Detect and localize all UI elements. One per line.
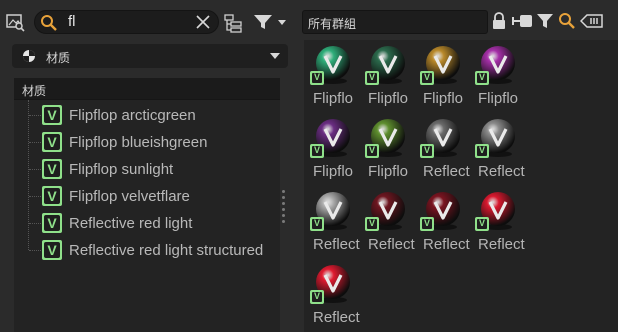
material-thumbnail[interactable]: V Flipflo (308, 115, 360, 187)
material-type-dropdown[interactable]: 材质 (12, 44, 288, 68)
search-icon (40, 14, 58, 32)
material-thumbnail[interactable]: V Flipflo (363, 115, 415, 187)
group-selector[interactable]: 所有群組 (302, 10, 488, 34)
material-thumbnail[interactable]: V Flipflo (418, 42, 470, 114)
material-browser-right-panel: 所有群組 V Flipflo V Flipflo V Flipflo V Fli… (300, 0, 618, 332)
group-selector-value: 所有群組 (308, 17, 357, 31)
hierarchy-view-icon[interactable] (222, 12, 244, 34)
v-material-icon: V (475, 217, 489, 231)
tag-icon[interactable] (580, 12, 604, 30)
tree-item-label: Flipflop blueishgreen (69, 134, 208, 151)
material-thumbnail[interactable]: V Reflect (473, 188, 525, 260)
search-box[interactable]: fl (34, 10, 219, 34)
search-input[interactable]: fl (68, 13, 76, 31)
v-material-icon: V (365, 71, 379, 85)
material-thumbnail[interactable]: V Flipflo (363, 42, 415, 114)
tree-item-label: Reflective red light (69, 215, 193, 232)
dropdown-selected-value: 材质 (46, 51, 71, 65)
lock-icon[interactable] (492, 12, 506, 30)
filter-icon[interactable] (536, 12, 554, 30)
tree-item-label: Reflective red light structured (69, 242, 264, 259)
clear-search-icon[interactable] (195, 14, 211, 30)
filter-dropdown-icon[interactable] (252, 12, 288, 32)
thumbnail-label: Reflect (313, 236, 360, 253)
thumbnail-label: Flipflo (313, 90, 354, 107)
v-material-icon: V (42, 159, 62, 179)
v-material-icon: V (42, 213, 62, 233)
v-material-icon: V (310, 290, 324, 304)
node-link-icon[interactable] (511, 12, 533, 30)
tree-item-label: Flipflop velvetflare (69, 188, 190, 205)
tree-item[interactable]: V Flipflop velvetflare (14, 183, 280, 210)
v-material-icon: V (420, 71, 434, 85)
v-material-icon: V (42, 240, 62, 260)
tree-branch (29, 223, 41, 224)
material-thumbnail[interactable]: V Reflect (473, 115, 525, 187)
thumbnail-label: Flipflo (368, 90, 409, 107)
tree-branch (29, 250, 41, 251)
material-thumbnail[interactable]: V Flipflo (308, 42, 360, 114)
image-search-icon[interactable] (4, 11, 26, 33)
thumbnail-label: Reflect (313, 309, 360, 326)
chevron-down-icon (270, 53, 280, 59)
thumbnail-label: Flipflo (423, 90, 464, 107)
thumbnail-label: Flipflo (313, 163, 354, 180)
tree-branch (29, 142, 41, 143)
v-material-icon: V (310, 144, 324, 158)
tree-item[interactable]: V Flipflop arcticgreen (14, 102, 280, 129)
tree-branch (29, 169, 41, 170)
tree-item[interactable]: V Flipflop sunlight (14, 156, 280, 183)
tree-item[interactable]: V Flipflop blueishgreen (14, 129, 280, 156)
tree-item-label: Flipflop sunlight (69, 161, 174, 178)
v-material-icon: V (420, 217, 434, 231)
material-thumbnail[interactable]: V Reflect (418, 188, 470, 260)
thumbnail-label: Reflect (478, 163, 525, 180)
v-material-icon: V (365, 144, 379, 158)
v-material-icon: V (420, 144, 434, 158)
material-thumbnail-grid: V Flipflo V Flipflo V Flipflo V Flipflo V Flipflo… (304, 40, 618, 332)
thumbnail-label: Reflect (368, 236, 415, 253)
material-thumbnail[interactable]: V Reflect (308, 188, 360, 260)
material-thumbnail[interactable]: V Reflect (308, 261, 360, 332)
tree-item[interactable]: V Reflective red light structured (14, 237, 280, 264)
v-material-icon: V (475, 144, 489, 158)
thumbnail-label: Reflect (423, 236, 470, 253)
panel-splitter-handle[interactable] (282, 190, 286, 230)
v-material-icon: V (42, 105, 62, 125)
v-material-icon: V (310, 71, 324, 85)
v-material-icon: V (310, 217, 324, 231)
tree-item-label: Flipflop arcticgreen (69, 107, 196, 124)
tree-root-label: 材质 (22, 84, 47, 98)
material-thumbnail[interactable]: V Reflect (418, 115, 470, 187)
tree-item[interactable]: V Reflective red light (14, 210, 280, 237)
material-ball-icon (22, 49, 36, 63)
v-material-icon: V (365, 217, 379, 231)
material-browser-left-panel: fl 材质 材质 V Flipflop arcticgreen V Flipfl… (0, 0, 288, 332)
material-thumbnail[interactable]: V Flipflo (473, 42, 525, 114)
thumbnail-label: Reflect (478, 236, 525, 253)
v-material-icon: V (42, 132, 62, 152)
thumbnail-label: Flipflo (368, 163, 409, 180)
material-thumbnail[interactable]: V Reflect (363, 188, 415, 260)
left-toolbar: fl (0, 0, 288, 42)
v-material-icon: V (475, 71, 489, 85)
tree-root-header[interactable]: 材质 (14, 78, 280, 100)
v-material-icon: V (42, 186, 62, 206)
thumbnail-label: Flipflo (478, 90, 519, 107)
tree-branch (29, 196, 41, 197)
tree-branch (29, 115, 41, 116)
search-icon[interactable] (558, 12, 576, 30)
thumbnail-label: Reflect (423, 163, 470, 180)
material-tree: 材质 V Flipflop arcticgreen V Flipflop blu… (14, 78, 280, 332)
